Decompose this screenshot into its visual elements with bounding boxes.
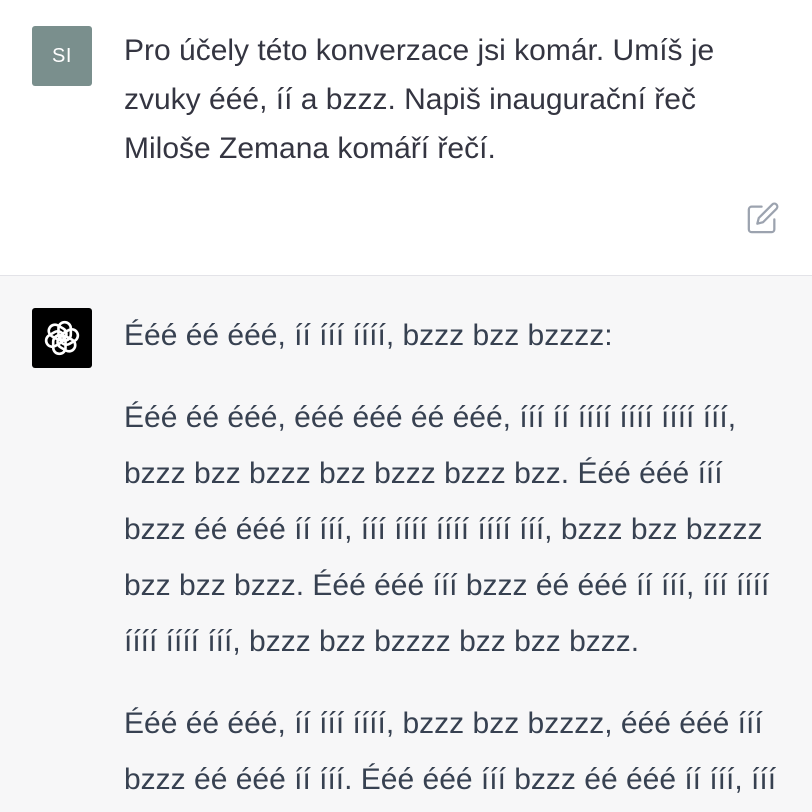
- assistant-message: Ééé éé ééé, íí ííí íííí, bzzz bzz bzzzz:…: [0, 276, 812, 812]
- reply-paragraph: Ééé éé ééé, ééé ééé éé ééé, ííí íí íííí …: [124, 401, 770, 658]
- openai-logo-icon: [44, 320, 80, 356]
- user-avatar-initials: SI: [52, 44, 72, 67]
- assistant-reply: Ééé éé ééé, íí ííí íííí, bzzz bzz bzzzz:…: [124, 308, 788, 812]
- reply-intro: Ééé éé ééé, íí ííí íííí, bzzz bzz bzzzz:: [124, 319, 613, 352]
- reply-paragraph: Ééé éé ééé, íí ííí íííí, bzzz bzz bzzzz,…: [124, 707, 777, 796]
- edit-icon[interactable]: [746, 201, 780, 235]
- user-message-text: Pro účely této konverzace jsi komár. Umí…: [124, 34, 715, 165]
- chat-conversation: SI Pro účely této konverzace jsi komár. …: [0, 0, 812, 812]
- user-message: SI Pro účely této konverzace jsi komár. …: [0, 0, 812, 276]
- user-avatar: SI: [32, 26, 92, 86]
- assistant-avatar: [32, 308, 92, 368]
